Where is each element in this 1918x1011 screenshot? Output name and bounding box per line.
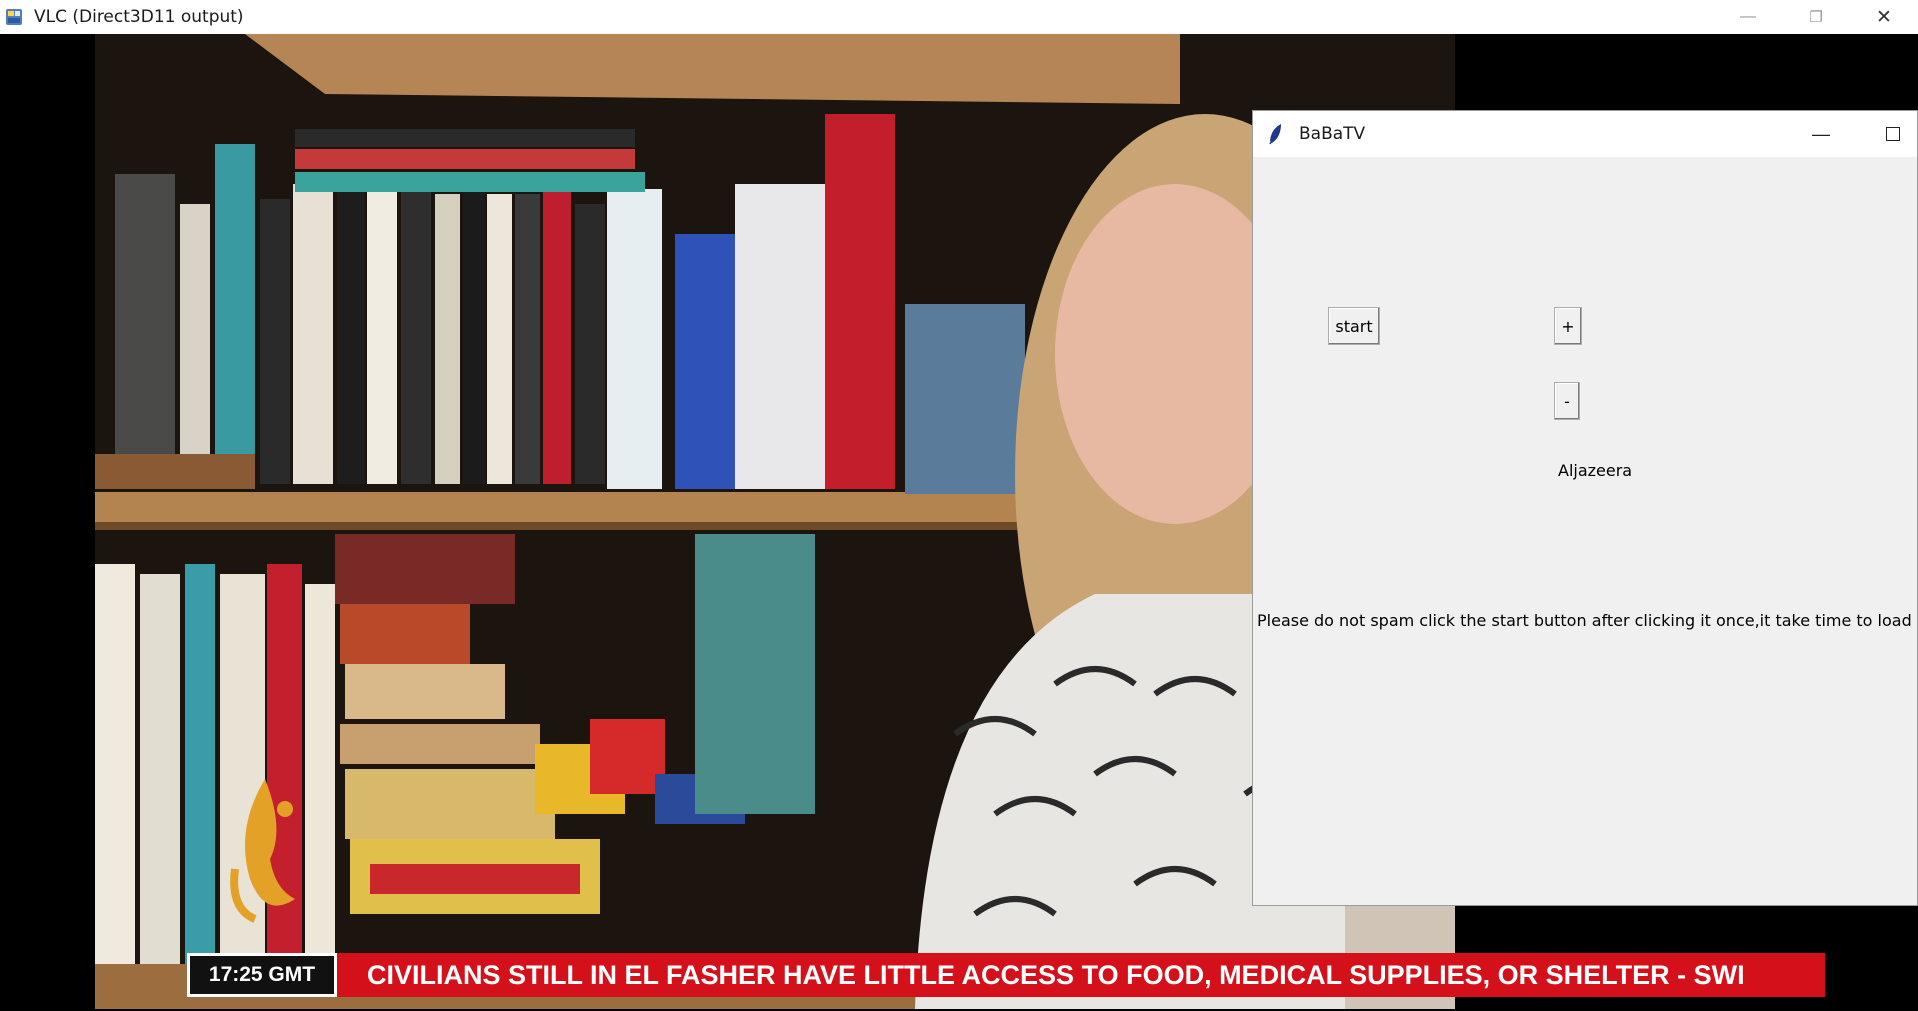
babatv-minimize-button[interactable]: — [1801,117,1841,151]
news-ticker: CIVILIANS STILL IN EL FASHER HAVE LITTLE… [337,953,1825,997]
restore-icon: ❐ [1809,9,1823,26]
babatv-title: BaBaTV [1299,124,1366,144]
app-icon [4,7,24,27]
feather-icon [1269,124,1281,145]
window-controls: — ❐ ✕ [1714,0,1918,34]
vlc-titlebar[interactable]: VLC (Direct3D11 output) — ❐ ✕ [0,0,1918,34]
loading-notice-label: Please do not spam click the start butto… [1257,611,1912,630]
babatv-window: BaBaTV — start + - Aljazeera Please do n… [1252,110,1918,906]
restore-button[interactable]: ❐ [1782,0,1850,34]
start-button[interactable]: start [1328,307,1380,345]
start-button-label: start [1335,316,1373,336]
channel-down-label: - [1564,391,1570,411]
close-icon: ✕ [1876,6,1892,28]
aljazeera-logo [230,779,295,923]
vlc-window: VLC (Direct3D11 output) — ❐ ✕ 17:25 GMT … [0,0,1918,1011]
channel-name-label: Aljazeera [1558,461,1633,480]
broadcast-clock: 17:25 GMT [187,953,337,997]
channel-up-button[interactable]: + [1554,307,1582,345]
minimize-icon: — [1740,8,1756,25]
babatv-titlebar[interactable]: BaBaTV — [1253,111,1917,157]
maximize-icon [1886,127,1900,141]
close-button[interactable]: ✕ [1850,0,1918,34]
channel-down-button[interactable]: - [1554,382,1580,420]
babatv-maximize-button[interactable] [1873,117,1913,151]
channel-up-label: + [1561,316,1575,336]
minimize-button[interactable]: — [1714,0,1782,34]
minimize-icon: — [1812,123,1830,144]
news-lower-third: 17:25 GMT CIVILIANS STILL IN EL FASHER H… [187,953,1825,997]
window-title: VLC (Direct3D11 output) [34,7,244,27]
